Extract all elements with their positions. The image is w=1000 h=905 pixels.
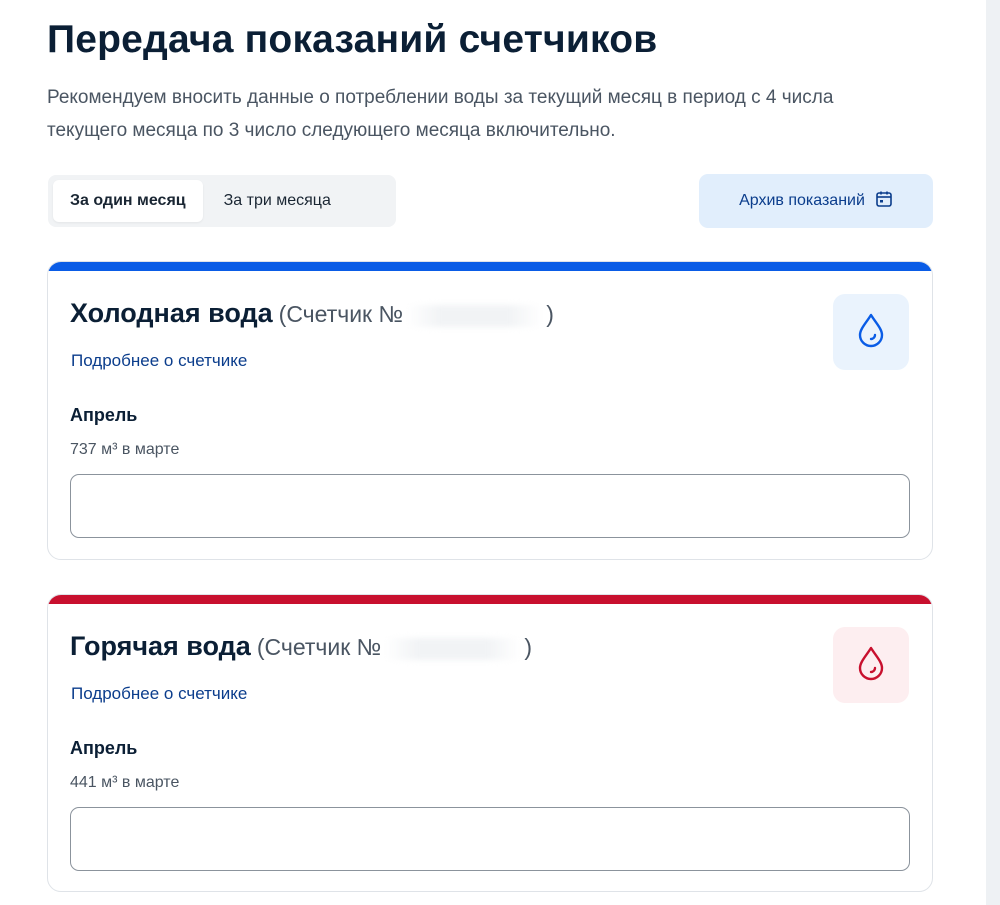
previous-reading: 441 м³ в марте <box>70 774 180 791</box>
meter-details-link[interactable]: Подробнее о счетчике <box>71 684 247 704</box>
meter-card-header: Холодная вода (Счетчик №) <box>70 298 554 329</box>
hot-water-icon-box <box>833 627 909 703</box>
readings-archive-button[interactable]: Архив показаний <box>699 174 933 228</box>
period-tabs: За один месяц За три месяца <box>48 175 396 227</box>
meter-title: Горячая вода <box>70 631 251 661</box>
meter-title: Холодная вода <box>70 298 273 328</box>
cold-water-reading-input[interactable] <box>70 474 910 538</box>
meter-card-header: Горячая вода (Счетчик №) <box>70 631 532 662</box>
cold-water-meter-card: Холодная вода (Счетчик №) Подробнее о сче… <box>47 261 933 560</box>
calendar-icon <box>875 190 893 213</box>
page-description: Рекомендуем вносить данные о потреблении… <box>47 87 834 141</box>
water-drop-icon <box>856 312 886 353</box>
hot-water-reading-input[interactable] <box>70 807 910 871</box>
redacted-meter-number <box>385 637 521 660</box>
cold-water-icon-box <box>833 294 909 370</box>
card-accent-bar <box>48 262 932 271</box>
archive-button-label: Архив показаний <box>739 192 865 209</box>
previous-reading: 737 м³ в марте <box>70 441 180 458</box>
meter-number-label: (Счетчик №) <box>256 634 533 660</box>
tab-one-month[interactable]: За один месяц <box>53 180 203 222</box>
card-accent-bar <box>48 595 932 604</box>
page-scroll-area <box>986 0 1000 905</box>
hot-water-meter-card: Горячая вода (Счетчик №) Подробнее о счет… <box>47 594 933 892</box>
page-title: Передача показаний счетчиков <box>47 18 658 61</box>
tab-three-months[interactable]: За три месяца <box>207 180 348 222</box>
reading-month: Апрель <box>70 738 138 758</box>
redacted-meter-number <box>407 304 543 327</box>
meter-details-link[interactable]: Подробнее о счетчике <box>71 351 247 371</box>
meter-number-label: (Счетчик №) <box>278 301 554 327</box>
water-drop-icon <box>856 645 886 686</box>
reading-month: Апрель <box>70 405 138 425</box>
